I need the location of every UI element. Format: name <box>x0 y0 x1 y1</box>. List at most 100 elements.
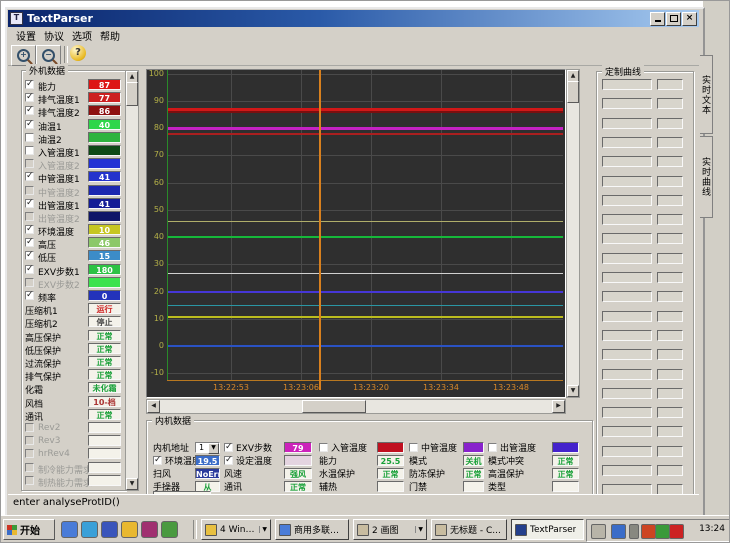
custom-curve-slot[interactable] <box>602 233 652 244</box>
help-icon[interactable]: ? <box>70 45 86 61</box>
restore-button[interactable] <box>666 12 681 26</box>
close-button[interactable]: × <box>682 12 697 26</box>
custom-curve-slot[interactable] <box>602 137 652 148</box>
checkbox[interactable] <box>25 278 34 287</box>
scrollbar-thumb[interactable] <box>567 81 579 103</box>
custom-curve-value-slot[interactable] <box>657 79 683 90</box>
outdoor-scrollbar[interactable]: ▲ ▼ <box>125 70 139 491</box>
custom-curve-slot[interactable] <box>602 407 652 418</box>
checkbox[interactable]: ✓ <box>25 251 34 260</box>
chart-vscrollbar[interactable]: ▲ ▼ <box>566 69 580 398</box>
custom-curve-value-slot[interactable] <box>657 465 683 476</box>
checkbox[interactable] <box>25 159 34 168</box>
custom-curve-slot[interactable] <box>602 330 652 341</box>
checkbox[interactable] <box>25 476 34 485</box>
custom-curve-slot[interactable] <box>602 98 652 109</box>
custom-curve-slot[interactable] <box>602 253 652 264</box>
custom-curve-slot[interactable] <box>602 176 652 187</box>
custom-curve-value-slot[interactable] <box>657 233 683 244</box>
custom-curve-value-slot[interactable] <box>657 137 683 148</box>
taskbar-button-4[interactable]: TextParser <box>511 519 584 540</box>
custom-curve-slot[interactable] <box>602 156 652 167</box>
printer-icon[interactable] <box>591 524 606 539</box>
custom-curve-slot[interactable] <box>602 118 652 129</box>
scrollbar-thumb[interactable] <box>126 82 138 106</box>
status-green-icon[interactable] <box>655 524 670 539</box>
custom-curve-value-slot[interactable] <box>657 195 683 206</box>
checkbox[interactable] <box>25 436 34 445</box>
checkbox[interactable] <box>25 423 34 432</box>
custom-curve-value-slot[interactable] <box>657 118 683 129</box>
checkbox[interactable]: ✓ <box>25 265 34 274</box>
menu-item-1[interactable]: 协议 <box>40 27 68 44</box>
custom-curve-value-slot[interactable] <box>657 388 683 399</box>
custom-curve-slot[interactable] <box>602 369 652 380</box>
antivirus-icon[interactable] <box>641 524 656 539</box>
scrollbar-thumb[interactable] <box>302 400 366 413</box>
checkbox[interactable]: ✓ <box>224 443 233 452</box>
chevron-down-icon[interactable]: ▼ <box>415 526 423 533</box>
zoom-in-button[interactable]: + <box>11 45 36 66</box>
custom-curve-slot[interactable] <box>602 426 652 437</box>
custom-curve-value-slot[interactable] <box>657 330 683 341</box>
chart-hscrollbar[interactable]: ◀ ▶ <box>146 399 566 414</box>
custom-curve-value-slot[interactable] <box>657 272 683 283</box>
checkbox[interactable]: ✓ <box>25 80 34 89</box>
custom-curve-slot[interactable] <box>602 272 652 283</box>
custom-curve-value-slot[interactable] <box>657 156 683 167</box>
custom-curve-value-slot[interactable] <box>657 349 683 360</box>
custom-curve-value-slot[interactable] <box>657 214 683 225</box>
checkbox[interactable]: ✓ <box>25 120 34 129</box>
menu-item-3[interactable]: 帮助 <box>96 27 124 44</box>
custom-curve-slot[interactable] <box>602 388 652 399</box>
checkbox[interactable]: ✓ <box>25 238 34 247</box>
taskbar-button-1[interactable]: 商用多联机... <box>275 519 349 540</box>
custom-curve-value-slot[interactable] <box>657 407 683 418</box>
scroll-arrows-icon[interactable] <box>629 524 639 539</box>
network-icon[interactable] <box>611 524 626 539</box>
custom-curve-value-slot[interactable] <box>657 98 683 109</box>
checkbox[interactable] <box>488 443 497 452</box>
checkbox[interactable]: ✓ <box>25 93 34 102</box>
taskbar-button-3[interactable]: 无标题 - C... <box>431 519 507 540</box>
scroll-down-icon[interactable]: ▼ <box>567 385 579 397</box>
custom-curve-value-slot[interactable] <box>657 176 683 187</box>
checkbox[interactable]: ✓ <box>25 172 34 181</box>
tab-realtime-curve[interactable]: 实时曲线 <box>700 136 713 218</box>
zoom-out-button[interactable]: − <box>36 45 61 66</box>
menu-item-2[interactable]: 选项 <box>68 27 96 44</box>
custom-curve-slot[interactable] <box>602 446 652 457</box>
checkbox[interactable]: ✓ <box>25 225 34 234</box>
chevron-down-icon[interactable]: ▼ <box>208 443 219 454</box>
indoor-address-dropdown[interactable]: 1▼ <box>195 442 220 453</box>
custom-curve-value-slot[interactable] <box>657 291 683 302</box>
custom-curve-slot[interactable] <box>602 311 652 322</box>
taskbar-button-2[interactable]: 2 画图▼ <box>353 519 427 540</box>
custom-curve-value-slot[interactable] <box>657 369 683 380</box>
menu-item-0[interactable]: 设置 <box>12 27 40 44</box>
scroll-down-icon[interactable]: ▼ <box>126 478 138 490</box>
checkbox[interactable] <box>25 212 34 221</box>
custom-curve-slot[interactable] <box>602 349 652 360</box>
minimize-button[interactable] <box>650 12 665 26</box>
chart-plot[interactable]: 1009080706050403020100-1013:22:5313:23:0… <box>146 69 566 398</box>
scroll-right-icon[interactable]: ▶ <box>552 400 565 413</box>
alert-red-icon[interactable] <box>669 524 684 539</box>
tab-realtime-text[interactable]: 实时文本 <box>700 55 713 134</box>
time-cursor[interactable] <box>319 70 321 390</box>
checkbox[interactable] <box>319 443 328 452</box>
custom-curve-value-slot[interactable] <box>657 446 683 457</box>
checkbox[interactable]: ✓ <box>25 106 34 115</box>
checkbox[interactable] <box>25 449 34 458</box>
custom-curve-value-slot[interactable] <box>657 253 683 264</box>
taskbar-button-0[interactable]: 4 Windows ...▼ <box>201 519 271 540</box>
checkbox[interactable] <box>25 146 34 155</box>
checkbox[interactable]: ✓ <box>25 199 34 208</box>
custom-curve-slot[interactable] <box>602 195 652 206</box>
checkbox[interactable] <box>409 443 418 452</box>
checkbox[interactable]: ✓ <box>224 456 233 465</box>
title-bar[interactable]: T TextParser × <box>8 10 699 27</box>
checkbox[interactable] <box>25 463 34 472</box>
checkbox[interactable]: ✓ <box>25 291 34 300</box>
checkbox[interactable]: ✓ <box>153 456 162 465</box>
